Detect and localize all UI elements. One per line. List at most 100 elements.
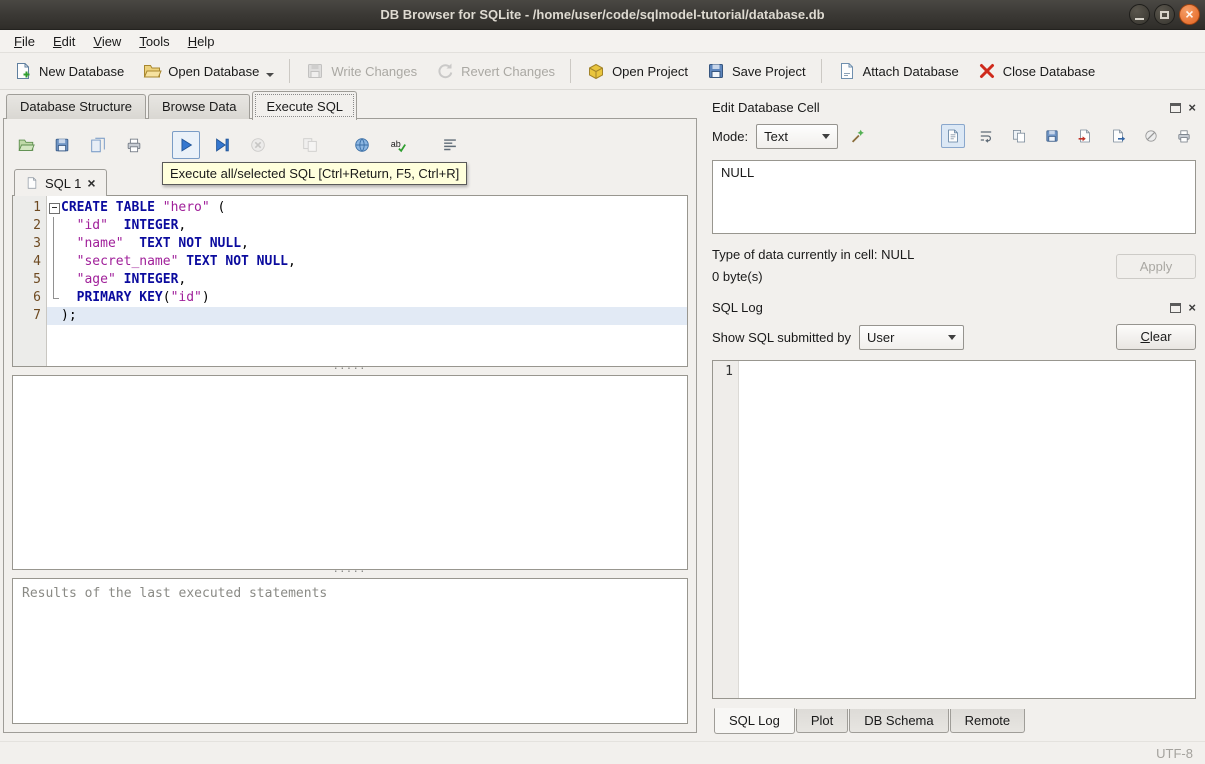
export-button[interactable]: [1106, 124, 1130, 148]
editor-code-area[interactable]: CREATE TABLE "hero" ( "id" INTEGER, "nam…: [47, 196, 687, 366]
import-button[interactable]: [1073, 124, 1097, 148]
save-cell-button[interactable]: [1040, 124, 1064, 148]
sql-editor[interactable]: 1 2 3 4 5 6 7 CREATE TABLE "hero" ( "id" INTEG…: [12, 195, 688, 367]
log-filter-combobox[interactable]: User: [858, 324, 964, 350]
open-project-button[interactable]: Open Project: [578, 56, 696, 86]
sql-token: PRIMARY KEY: [76, 290, 163, 305]
fold-marker-line: [47, 271, 61, 289]
menu-edit[interactable]: Edit: [44, 32, 84, 51]
sql-log-controls: Show SQL submitted by User Clear: [712, 320, 1196, 354]
splitter-grid-messages[interactable]: [12, 570, 688, 578]
sql-toolbar: ab: [12, 127, 688, 163]
open-database-dropdown-icon[interactable]: [266, 73, 275, 77]
sql-log-header-icons: [1170, 300, 1196, 315]
code-line[interactable]: "id" INTEGER,: [47, 217, 687, 235]
open-database-label: Open Database: [168, 63, 260, 79]
tab-database-structure[interactable]: Database Structure: [6, 94, 147, 119]
globe-button[interactable]: [348, 131, 376, 159]
maximize-button[interactable]: [1154, 4, 1175, 25]
sql-tab[interactable]: SQL 1: [14, 169, 107, 196]
dock-tab-remote[interactable]: Remote: [949, 709, 1026, 733]
window-title: DB Browser for SQLite - /home/user/code/…: [380, 7, 825, 22]
dock-close-icon[interactable]: [1188, 300, 1196, 315]
editor-gutter: 1 2 3 4 5 6 7: [13, 196, 47, 366]
minimize-button[interactable]: [1129, 4, 1150, 25]
splitter-editor-grid[interactable]: [12, 367, 688, 375]
auto-switch-mode-button[interactable]: [846, 124, 870, 148]
dock-float-icon[interactable]: [1170, 302, 1182, 313]
sql-token: "age": [76, 272, 116, 287]
execute-current-line-button[interactable]: [208, 131, 236, 159]
results-message-area: Results of the last executed statements: [12, 578, 688, 724]
dock-tab-plot[interactable]: Plot: [795, 709, 849, 733]
clear-button[interactable]: Clear: [1116, 324, 1196, 350]
save-project-button[interactable]: Save Project: [698, 56, 814, 86]
print-button[interactable]: [1172, 124, 1196, 148]
execute-sql-panel: ab SQL 1 Execute all/selected SQL [Ctrl+…: [3, 118, 697, 733]
print-icon: [125, 136, 143, 154]
code-line[interactable]: "secret_name" TEXT NOT NULL,: [47, 253, 687, 271]
copy-button[interactable]: [1007, 124, 1031, 148]
dock-tab-db-schema[interactable]: DB Schema: [849, 709, 949, 733]
app-window: { "window": { "title": "DB Browser for S…: [0, 0, 1205, 764]
edit-cell-header-icons: [1170, 100, 1196, 115]
sql-token: "id": [76, 218, 108, 233]
attach-database-icon: [837, 61, 857, 81]
dock-tab-sql-log[interactable]: SQL Log: [714, 708, 795, 734]
new-database-button[interactable]: New Database: [5, 56, 132, 86]
dock-float-icon[interactable]: [1170, 102, 1182, 113]
stop-icon: [249, 136, 267, 154]
sql-log-view[interactable]: 1: [712, 360, 1196, 699]
log-gutter: 1: [713, 361, 739, 698]
set-null-button[interactable]: [1139, 124, 1163, 148]
open-database-button[interactable]: Open Database: [134, 56, 282, 86]
code-line[interactable]: "age" INTEGER,: [47, 271, 687, 289]
open-project-icon: [586, 61, 606, 81]
export-icon: [1110, 128, 1126, 144]
attach-database-button[interactable]: Attach Database: [829, 56, 967, 86]
spell-check-icon: ab: [389, 136, 407, 154]
word-wrap-button[interactable]: [974, 124, 998, 148]
code-line[interactable]: PRIMARY KEY("id"): [47, 289, 687, 307]
code-line[interactable]: );: [47, 307, 687, 325]
tab-browse-data[interactable]: Browse Data: [148, 94, 251, 119]
spell-check-button[interactable]: ab: [384, 131, 412, 159]
close-window-button[interactable]: [1179, 4, 1200, 25]
code-line[interactable]: CREATE TABLE "hero" (: [47, 199, 687, 217]
encoding-label: UTF-8: [1156, 745, 1193, 761]
execute-all-button[interactable]: [172, 131, 200, 159]
text-document-button[interactable]: [941, 124, 965, 148]
text-document-icon: [945, 128, 961, 144]
cell-editor[interactable]: NULL: [712, 160, 1196, 234]
dock-close-icon[interactable]: [1188, 100, 1196, 115]
sql-token: ,: [178, 272, 187, 287]
code-line[interactable]: "name" TEXT NOT NULL,: [47, 235, 687, 253]
mode-combobox[interactable]: Text: [756, 123, 839, 149]
log-line-number: 1: [725, 364, 733, 379]
save-sql-file-button[interactable]: [48, 131, 76, 159]
tab-execute-sql[interactable]: Execute SQL: [252, 91, 358, 120]
sql-token: INTEGER: [123, 218, 179, 233]
titlebar[interactable]: DB Browser for SQLite - /home/user/code/…: [0, 0, 1205, 30]
menu-file[interactable]: File: [5, 32, 44, 51]
toolbar-separator: [570, 59, 572, 83]
menu-help[interactable]: Help: [179, 32, 224, 51]
fold-marker-line: [47, 217, 61, 235]
menu-view[interactable]: View: [84, 32, 130, 51]
chevron-down-icon: [947, 334, 956, 340]
save-sql-file-as-button[interactable]: [84, 131, 112, 159]
menu-tools[interactable]: Tools: [130, 32, 178, 51]
save-project-label: Save Project: [731, 63, 806, 79]
cell-value: NULL: [721, 165, 755, 180]
fold-marker-minus[interactable]: [47, 199, 61, 217]
sql-token: (: [162, 290, 171, 305]
apply-button[interactable]: Apply: [1116, 253, 1196, 279]
close-database-button[interactable]: Close Database: [969, 56, 1104, 86]
open-sql-file-button[interactable]: [12, 131, 40, 159]
sql-token: INTEGER: [123, 272, 179, 287]
print-button[interactable]: [120, 131, 148, 159]
word-wrap-icon: [978, 128, 994, 144]
format-sql-button[interactable]: [436, 131, 464, 159]
sql-tab-close-icon[interactable]: [87, 176, 95, 191]
